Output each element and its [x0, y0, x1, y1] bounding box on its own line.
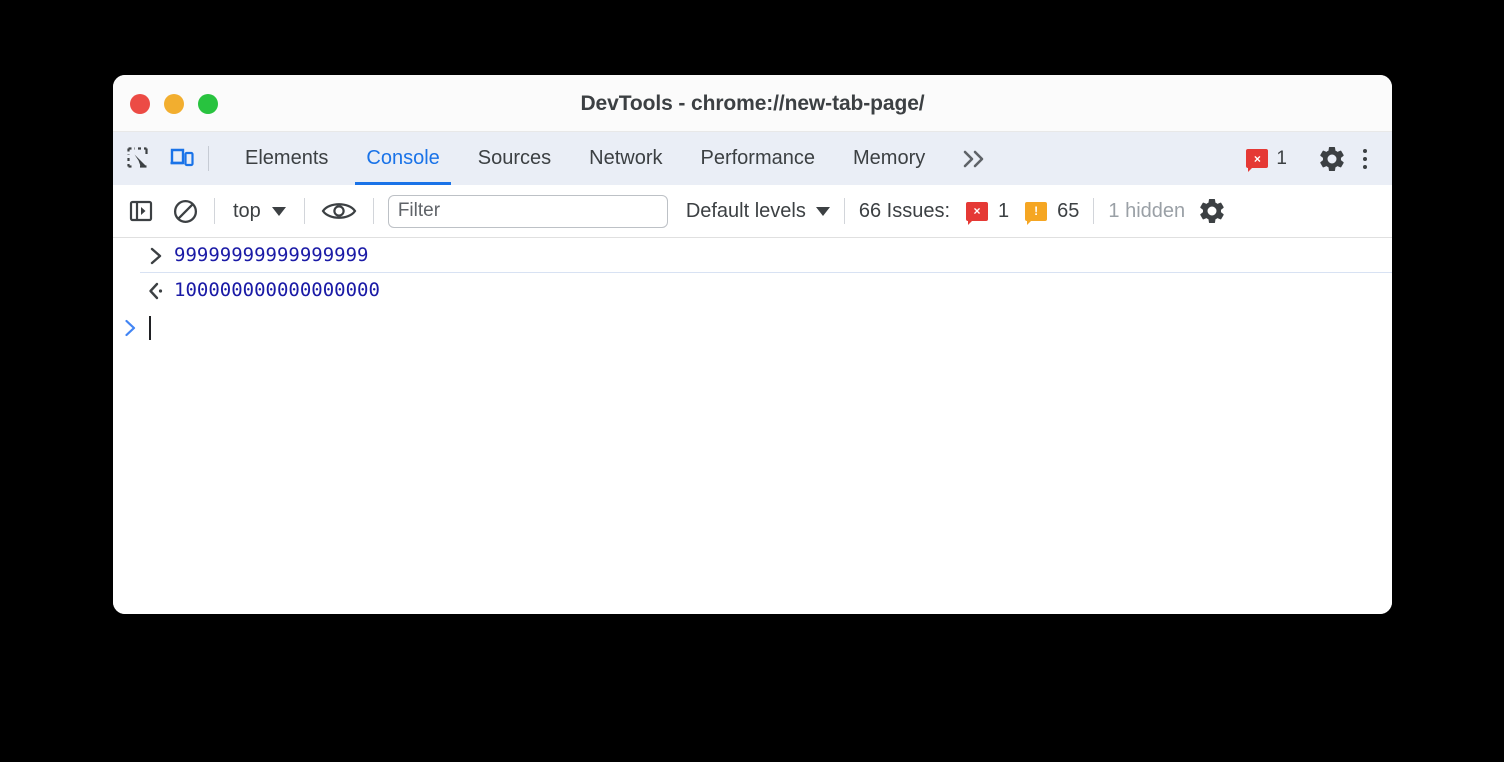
clear-console-icon[interactable]	[170, 196, 200, 226]
issues-label: 66 Issues:	[858, 199, 951, 222]
window-title: DevTools - chrome://new-tab-page/	[580, 91, 925, 115]
tab-label: Memory	[853, 147, 926, 169]
error-badge-icon: ×	[1246, 149, 1269, 172]
tab-label: Console	[366, 147, 440, 169]
tab-label: Elements	[245, 147, 329, 169]
tabbar-left-icons	[113, 132, 197, 185]
kebab-menu-icon[interactable]	[1350, 144, 1380, 174]
tab-sources[interactable]: Sources	[459, 132, 570, 185]
chevron-down-icon	[271, 206, 286, 216]
tab-label: Network	[589, 147, 663, 169]
console-settings-gear-icon[interactable]	[1193, 192, 1231, 230]
panel-tabs: Elements Console Sources Network Perform…	[226, 132, 944, 185]
log-levels-selector[interactable]: Default levels	[686, 200, 830, 223]
console-input-row[interactable]: 99999999999999999	[140, 238, 1392, 273]
prompt-arrow-icon	[113, 318, 149, 338]
tabbar-error-indicator[interactable]: × 1	[1232, 147, 1301, 172]
toolbar-divider-3	[372, 198, 374, 224]
show-console-sidebar-icon[interactable]	[126, 196, 156, 226]
console-input-text: 99999999999999999	[174, 244, 369, 266]
issue-error-badge-icon: ×	[966, 201, 989, 225]
eye-icon[interactable]	[319, 196, 359, 226]
gear-icon[interactable]	[1314, 141, 1350, 177]
issue-error-count: 1	[998, 199, 1010, 222]
log-levels-label: Default levels	[685, 199, 806, 222]
chevron-down-icon	[815, 206, 830, 216]
issue-warning-badge-icon: !	[1025, 201, 1048, 225]
console-output-row[interactable]: 100000000000000000	[140, 273, 1392, 307]
devtools-tab-bar: Elements Console Sources Network Perform…	[113, 132, 1392, 185]
tab-elements[interactable]: Elements	[226, 132, 347, 185]
tab-label: Sources	[477, 147, 552, 169]
issue-warning-count: 65	[1057, 199, 1080, 222]
console-message-list[interactable]: 99999999999999999 100000000000000000	[113, 238, 1392, 614]
tab-memory[interactable]: Memory	[834, 132, 944, 185]
console-prompt-row[interactable]	[113, 307, 1392, 340]
output-arrow-icon	[140, 279, 174, 301]
toolbar-divider-1	[214, 198, 215, 224]
tab-console[interactable]: Console	[347, 132, 458, 185]
inspect-element-icon[interactable]	[124, 144, 154, 174]
input-arrow-icon	[140, 244, 174, 266]
error-count: 1	[1276, 147, 1287, 169]
tab-performance[interactable]: Performance	[682, 132, 835, 185]
more-tabs-icon[interactable]	[944, 132, 1002, 185]
toolbar-divider-4	[843, 198, 845, 224]
execution-context-value: top	[233, 199, 261, 222]
execution-context-selector[interactable]: top	[229, 200, 290, 223]
toolbar-divider-5	[1093, 198, 1095, 224]
devtools-window: DevTools - chrome://new-tab-page/ Elemen…	[113, 75, 1392, 614]
hidden-messages-label: 1 hidden	[1108, 199, 1186, 222]
filter-input[interactable]	[387, 194, 668, 228]
tab-label: Performance	[700, 147, 816, 169]
console-output-text: 100000000000000000	[174, 279, 380, 301]
window-title-bar: DevTools - chrome://new-tab-page/	[113, 75, 1392, 132]
toolbar-divider-2	[303, 198, 305, 224]
tabbar-right-controls: × 1	[1232, 132, 1392, 185]
issues-summary[interactable]: 66 Issues: × 1 ! 65	[858, 199, 1080, 225]
console-toolbar: top Default levels 66 Issues: × 1 ! 65 1…	[113, 185, 1392, 238]
text-cursor	[149, 316, 151, 340]
tab-network[interactable]: Network	[570, 132, 681, 185]
device-toolbar-icon[interactable]	[167, 144, 197, 174]
tabbar-divider	[208, 146, 209, 171]
